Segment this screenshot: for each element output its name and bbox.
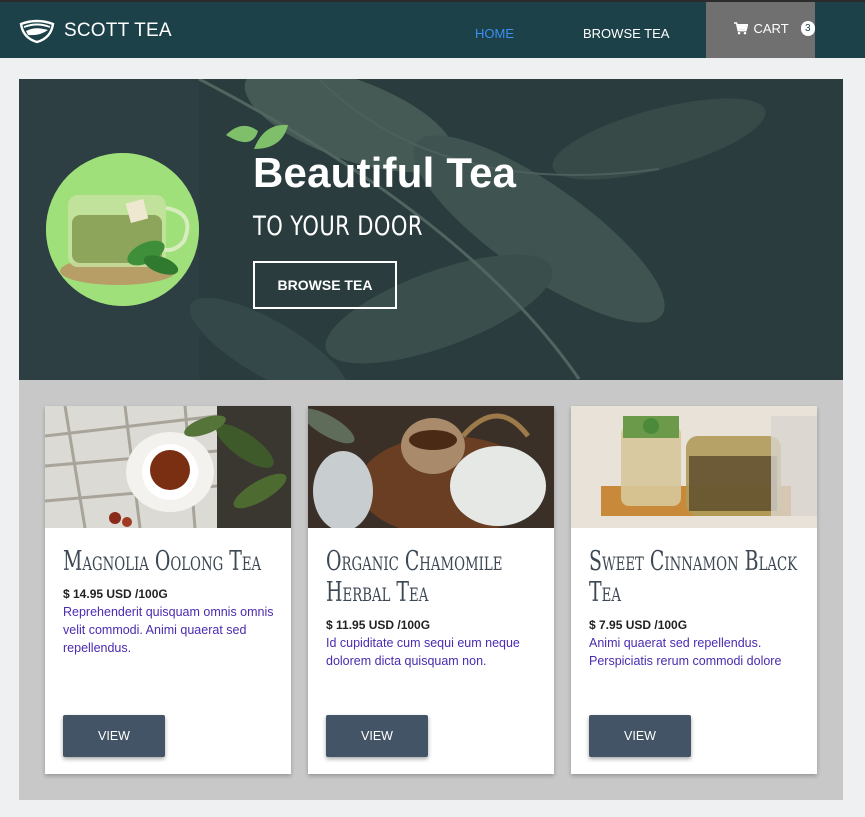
hero-banner: Beautiful Tea TO YOUR DOOR BROWSE TEA (19, 79, 843, 380)
product-price: $ 14.95 USD /100G (63, 587, 168, 601)
nav-link-browse-tea[interactable]: BROWSE TEA (583, 26, 669, 41)
brand-logo[interactable]: SCOTT TEA (18, 16, 172, 46)
view-button[interactable]: VIEW (589, 715, 691, 757)
product-image (308, 406, 554, 528)
product-card: Organic Chamomile Herbal Tea $ 11.95 USD… (308, 406, 554, 774)
product-description: Reprehenderit quisquam omnis omnis velit… (63, 605, 274, 655)
product-name: Organic Chamomile Herbal Tea (326, 546, 503, 608)
cart-count-badge: 3 (800, 20, 815, 36)
product-name: Magnolia Oolong Tea (63, 546, 262, 577)
product-image (45, 406, 291, 528)
product-price: $ 11.95 USD /100G (326, 618, 431, 632)
cart-button[interactable]: CART 3 (706, 2, 815, 58)
cart-icon (734, 21, 748, 34)
hero-title: Beautiful Tea (253, 149, 517, 196)
product-description: Id cupiditate cum sequi eum neque dolore… (326, 636, 520, 668)
nav-link-home[interactable]: HOME (475, 26, 514, 41)
view-button[interactable]: VIEW (326, 715, 428, 757)
hero-tea-image (46, 153, 199, 306)
product-image (571, 406, 817, 528)
product-name: Sweet Cinnamon Black Tea (589, 546, 798, 608)
product-grid: Magnolia Oolong Tea $ 14.95 USD /100G Re… (19, 380, 843, 800)
hero-subtitle: TO YOUR DOOR (253, 211, 423, 242)
product-card: Sweet Cinnamon Black Tea $ 7.95 USD /100… (571, 406, 817, 774)
product-price: $ 7.95 USD /100G (589, 618, 688, 632)
browse-tea-button[interactable]: BROWSE TEA (253, 261, 397, 309)
product-card: Magnolia Oolong Tea $ 14.95 USD /100G Re… (45, 406, 291, 774)
view-button[interactable]: VIEW (63, 715, 165, 757)
brand-name: SCOTT TEA (64, 20, 172, 41)
tea-cup-logo-icon (19, 19, 55, 44)
top-nav: SCOTT TEA HOME BROWSE TEA CART 3 (0, 0, 865, 58)
product-description: Animi quaerat sed repellendus. Perspicia… (589, 636, 782, 668)
cart-label: CART (753, 20, 789, 36)
